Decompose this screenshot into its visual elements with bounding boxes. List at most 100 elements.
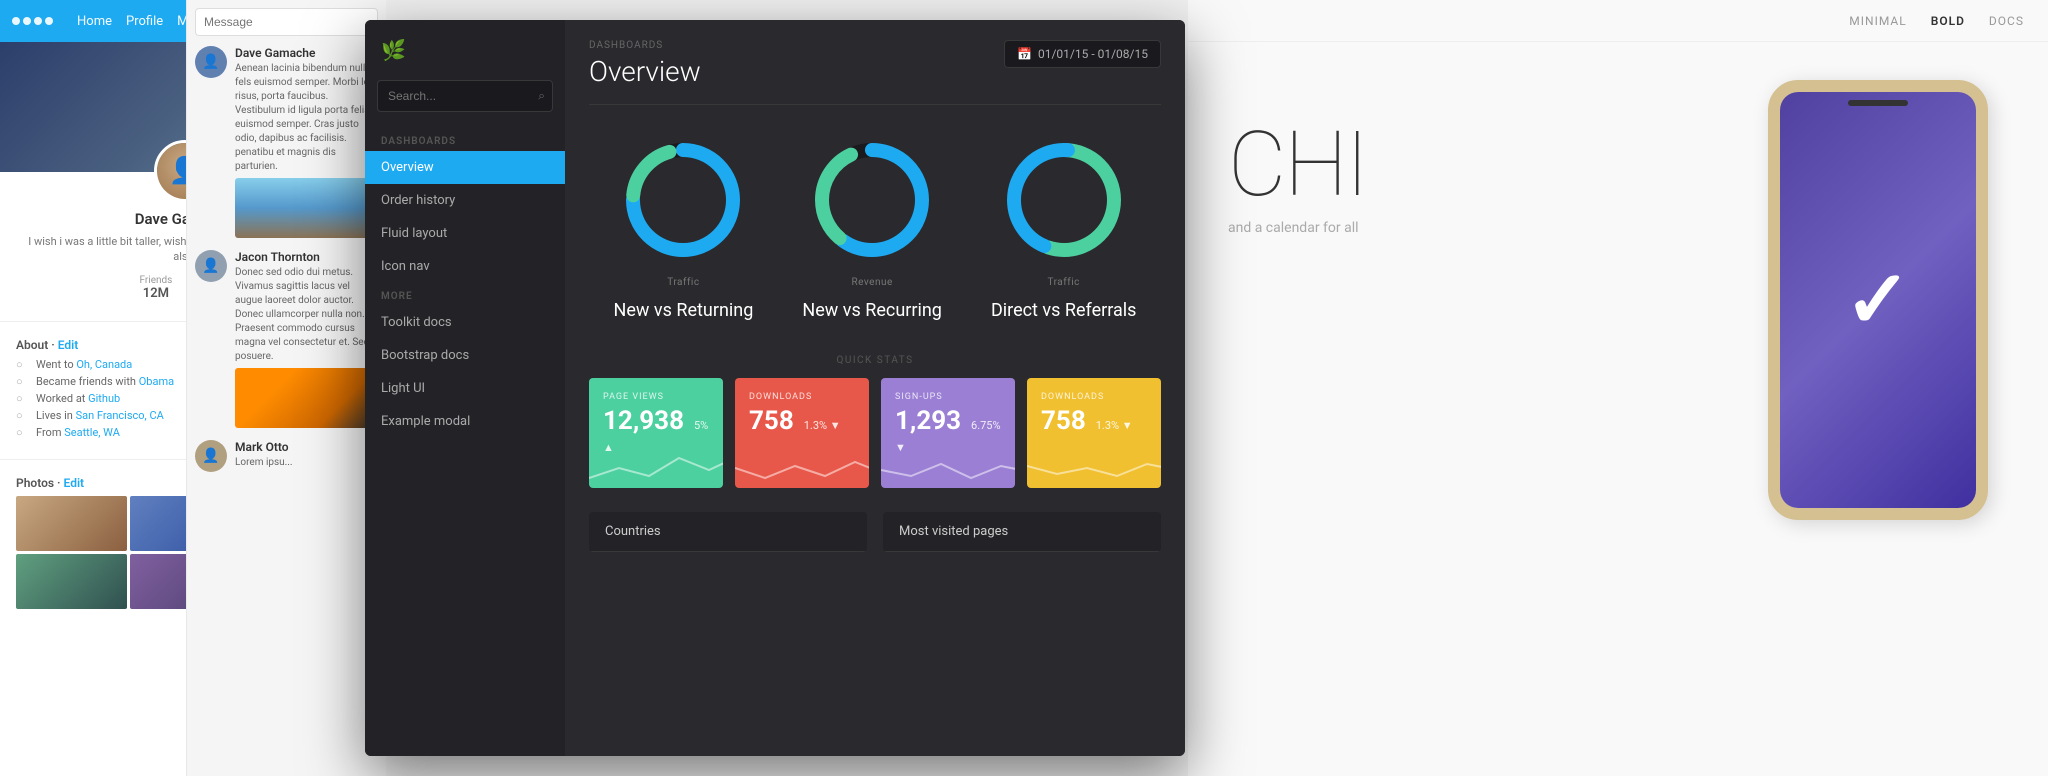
chart-3-title: Direct vs Referrals (991, 300, 1136, 321)
date-range: 01/01/15 - 01/08/15 (1038, 47, 1148, 61)
sidebar-item-example-modal[interactable]: Example modal (365, 405, 565, 438)
donut-2 (807, 135, 937, 265)
friends-value: 12M (139, 286, 172, 301)
friends-icon: ○ (16, 375, 30, 388)
search-input[interactable] (377, 80, 553, 112)
right-nav-docs[interactable]: DOCS (1989, 14, 2024, 28)
hero-text: CHI (1228, 120, 1367, 210)
feed-avatar-1: 👤 (195, 46, 227, 78)
phone-outer: ✓ (1768, 80, 1988, 520)
feed-image-1 (235, 178, 378, 238)
donut-1 (618, 135, 748, 265)
calendar-icon: 📅 (1017, 47, 1032, 61)
dashboard-main: DASHBOARDS Overview 📅 01/01/15 - 01/08/1… (565, 20, 1185, 756)
friends-stat: Friends 12M (139, 275, 172, 301)
phone-screen: ✓ (1780, 92, 1976, 508)
feed-text-2: Donec sed odio dui metus. Vivamus sagitt… (235, 266, 378, 364)
about-edit-link[interactable]: Edit (58, 338, 79, 352)
chart-2-title: New vs Recurring (802, 300, 941, 321)
sidebar-item-order-history[interactable]: Order history (365, 184, 565, 217)
feed-item-3: 👤 Mark Otto Lorem ipsu... (195, 440, 378, 472)
feed-item-1: 👤 Dave Gamache Aenean lacinia bibendum n… (195, 46, 378, 238)
logo (12, 17, 53, 25)
work-icon: ○ (16, 392, 30, 405)
feed-content-1: Dave Gamache Aenean lacinia bibendum nul… (235, 46, 378, 238)
sidebar-item-light-ui[interactable]: Light UI (365, 372, 565, 405)
signups-label: SIGN-UPS (895, 392, 1001, 402)
hero-area: CHI and a calendar for all (1228, 120, 1367, 236)
chart-traffic-new-returning: Traffic New vs Returning (614, 135, 754, 321)
countries-header: Countries (589, 512, 867, 552)
donut-3 (999, 135, 1129, 265)
hero-sub: and a calendar for all (1228, 220, 1367, 236)
charts-row: Traffic New vs Returning Revenue New vs … (589, 125, 1161, 331)
checkmark-icon: ✓ (1844, 253, 1911, 347)
sidebar-item-bootstrap[interactable]: Bootstrap docs (365, 339, 565, 372)
sidebar-item-overview[interactable]: Overview (365, 151, 565, 184)
phone-mockup: ✓ (1768, 80, 1988, 520)
stat-card-pageviews: PAGE VIEWS 12,938 5% ▲ (589, 378, 723, 488)
feed-author-1: Dave Gamache (235, 46, 378, 60)
breadcrumb: DASHBOARDS (589, 40, 701, 51)
chart-2-category: Revenue (851, 277, 892, 288)
right-nav-minimal[interactable]: MINIMAL (1849, 14, 1906, 28)
feed-avatar-3: 👤 (195, 440, 227, 472)
canada-link[interactable]: Oh, Canada (76, 358, 132, 371)
stats-row: PAGE VIEWS 12,938 5% ▲ DOWNLOADS 758 1.3… (589, 378, 1161, 488)
downloads-2-value: 758 (1041, 406, 1086, 436)
phone-notch (1848, 100, 1908, 106)
feed-image-2 (235, 368, 378, 428)
feed-item-2: 👤 Jacon Thornton Donec sed odio dui metu… (195, 250, 378, 428)
dashboard-header: DASHBOARDS Overview 📅 01/01/15 - 01/08/1… (589, 40, 1161, 105)
friends-label: Friends (139, 275, 172, 286)
downloads-2-change: 1.3% ▼ (1096, 419, 1133, 432)
feed-content-3: Mark Otto Lorem ipsu... (235, 440, 378, 472)
nav-profile[interactable]: Profile (126, 14, 163, 29)
feed-panel: 👤 Dave Gamache Aenean lacinia bibendum n… (186, 0, 386, 776)
sidebar-item-toolkit[interactable]: Toolkit docs (365, 306, 565, 339)
pageviews-label: PAGE VIEWS (603, 392, 709, 402)
photos-edit-link[interactable]: Edit (64, 476, 85, 490)
date-badge[interactable]: 📅 01/01/15 - 01/08/15 (1004, 40, 1161, 68)
dashboard-sidebar: 🌿 ⌕ DASHBOARDS Overview Order history Fl… (365, 20, 565, 756)
downloads-1-change: 1.3% ▼ (804, 419, 841, 432)
chart-1-category: Traffic (667, 277, 699, 288)
photo-4[interactable] (16, 554, 127, 609)
message-input[interactable] (195, 8, 378, 36)
dash-logo: 🌿 (365, 20, 565, 80)
search-container: ⌕ (377, 80, 553, 112)
sidebar-item-fluid-layout[interactable]: Fluid layout (365, 217, 565, 250)
dashboard-overlay: 🌿 ⌕ DASHBOARDS Overview Order history Fl… (365, 20, 1185, 756)
pin-icon: ○ (16, 426, 30, 439)
feed-author-3: Mark Otto (235, 440, 378, 454)
feed-author-2: Jacon Thornton (235, 250, 378, 264)
page-title: Overview (589, 55, 701, 88)
sidebar-item-icon-nav[interactable]: Icon nav (365, 250, 565, 283)
chart-3-category: Traffic (1048, 277, 1080, 288)
chart-revenue-new-recurring: Revenue New vs Recurring (802, 135, 941, 321)
obama-link[interactable]: Obama (139, 375, 174, 388)
most-visited-header: Most visited pages (883, 512, 1161, 552)
leaf-icon: 🌿 (381, 38, 406, 62)
bottom-row: Countries Most visited pages (589, 512, 1161, 552)
photo-1[interactable] (16, 496, 127, 551)
github-link[interactable]: Github (88, 392, 120, 405)
downloads-1-label: DOWNLOADS (749, 392, 855, 402)
seattle-link[interactable]: Seattle, WA (64, 426, 120, 439)
stat-card-downloads-2: DOWNLOADS 758 1.3% ▼ (1027, 378, 1161, 488)
location-icon: ○ (16, 358, 30, 371)
downloads-2-label: DOWNLOADS (1041, 392, 1147, 402)
sf-link[interactable]: San Francisco, CA (76, 409, 164, 422)
header-left: DASHBOARDS Overview (589, 40, 701, 88)
downloads-1-value: 758 (749, 406, 794, 436)
signups-value: 1,293 (895, 406, 961, 436)
feed-content-2: Jacon Thornton Donec sed odio dui metus.… (235, 250, 378, 428)
right-content: CHI and a calendar for all ✓ (1188, 42, 2048, 776)
stat-card-signups: SIGN-UPS 1,293 6.75% ▼ (881, 378, 1015, 488)
nav-home[interactable]: Home (77, 14, 112, 29)
right-nav-bold[interactable]: BOLD (1931, 14, 1965, 28)
feed-avatar-2: 👤 (195, 250, 227, 282)
search-icon: ⌕ (538, 89, 545, 104)
chart-1-title: New vs Returning (614, 300, 754, 321)
feed-text-1: Aenean lacinia bibendum nulla fels euism… (235, 62, 378, 174)
